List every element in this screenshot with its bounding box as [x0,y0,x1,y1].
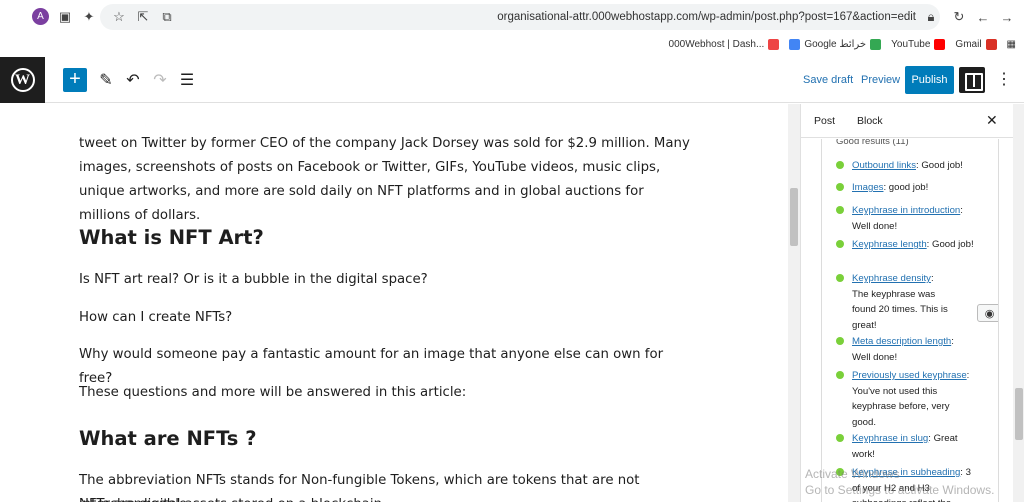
good-dot-icon [836,434,844,442]
paragraph-block[interactable]: Is NFT art real? Or is it a bubble in th… [79,268,694,292]
seo-analysis-panel: Good results (11) Outbound links: Good j… [821,139,999,502]
wordpress-icon: W [10,68,35,92]
bookmark-star-icon[interactable]: ☆ [110,8,128,26]
bookmarks-more[interactable]: ▦ [1007,39,1016,50]
eye-icon[interactable]: ◉ [977,304,998,322]
reload-icon[interactable]: ↻ [950,8,968,26]
editor-toolbar: W + ✎ ↶ ↷ ☰ Save draft Preview Publish ⋮ [0,57,1024,103]
bookmark-000webhost[interactable]: 000Webhost | Dash... [669,38,780,50]
share-icon[interactable]: ⇱ [134,8,152,26]
result-link[interactable]: Meta description length [852,336,951,347]
redo-icon[interactable]: ↷ [149,69,171,91]
back-icon[interactable]: ← [974,8,992,26]
settings-sidebar-toggle-icon[interactable] [959,67,985,93]
bookmark-youtube[interactable]: YouTube [891,38,946,50]
result-link[interactable]: Keyphrase length [852,239,927,250]
paragraph-block[interactable]: These questions and more will be answere… [79,381,694,405]
sidebar-scrollbar[interactable] [1013,104,1024,502]
result-link[interactable]: Keyphrase in introduction [852,205,960,216]
browser-toolbar: A ▣ ✦ ☆ ⇱ ⧉ organisational-attr.000webho… [0,0,1024,34]
bookmark-google-maps[interactable]: Google خرائط [789,38,882,50]
add-block-button[interactable]: + [63,68,87,92]
good-dot-icon [836,274,844,282]
bookmarks-bar: 000Webhost | Dash... Google خرائط YouTub… [669,34,1016,54]
sidebar-scrollbar-thumb[interactable] [1015,388,1023,440]
cast-icon[interactable]: ⧉ [158,8,176,26]
document-overview-icon[interactable]: ☰ [176,69,198,91]
paragraph-block[interactable]: NFTs are digital assets stored on a bloc… [79,493,694,502]
editor-scrollbar-thumb[interactable] [790,188,798,246]
tab-block[interactable]: Block [857,115,883,127]
result-link[interactable]: Images [852,182,883,193]
good-results-heading[interactable]: Good results (11) [836,139,909,147]
good-dot-icon [836,371,844,379]
result-link[interactable]: Previously used keyphrase [852,370,967,381]
paragraph-block[interactable]: tweet on Twitter by former CEO of the co… [79,132,694,228]
url-text[interactable]: organisational-attr.000webhostapp.com/wp… [497,11,916,23]
sidebar-tabs: Post Block ✕ [801,104,1013,138]
heading-block[interactable]: What is NFT Art? [79,224,264,252]
forward-icon[interactable]: → [998,8,1016,26]
settings-sidebar: Post Block ✕ Good results (11) Outbound … [800,104,1024,502]
good-dot-icon [836,240,844,248]
good-dot-icon [836,183,844,191]
youtube-icon [934,38,946,50]
undo-icon[interactable]: ↶ [122,69,144,91]
more-options-icon[interactable]: ⋮ [996,69,1012,89]
extensions-icon[interactable]: ✦ [80,8,98,26]
save-draft-button[interactable]: Save draft [803,74,853,86]
wordpress-logo[interactable]: W [0,57,45,103]
bookmark-gmail[interactable]: Gmail [955,38,997,50]
publish-button[interactable]: Publish [905,66,954,94]
heading-block[interactable]: What are NFTs ? [79,425,257,453]
gmail-icon [985,38,997,50]
good-dot-icon [836,337,844,345]
sidebar-icon[interactable]: ▣ [56,8,74,26]
maps-pin-icon [870,38,882,50]
result-link[interactable]: Keyphrase density [852,273,931,284]
profile-avatar[interactable]: A [32,8,49,25]
webhost-icon [768,38,780,50]
good-dot-icon [836,206,844,214]
paragraph-block[interactable]: How can I create NFTs? [79,306,694,330]
tab-post[interactable]: Post [814,115,835,127]
lock-icon: 🔒︎ [927,9,935,24]
result-link[interactable]: Outbound links [852,160,916,171]
editor-canvas: tweet on Twitter by former CEO of the co… [0,104,788,502]
preview-button[interactable]: Preview [861,74,900,86]
close-icon[interactable]: ✕ [986,112,998,129]
edit-pencil-icon[interactable]: ✎ [95,69,117,91]
result-link[interactable]: Keyphrase in slug [852,433,928,444]
good-dot-icon [836,161,844,169]
activate-windows-watermark: Activate Windows Go to Settings to activ… [805,467,995,497]
editor-scrollbar[interactable] [788,104,800,502]
maps-icon [789,38,801,50]
